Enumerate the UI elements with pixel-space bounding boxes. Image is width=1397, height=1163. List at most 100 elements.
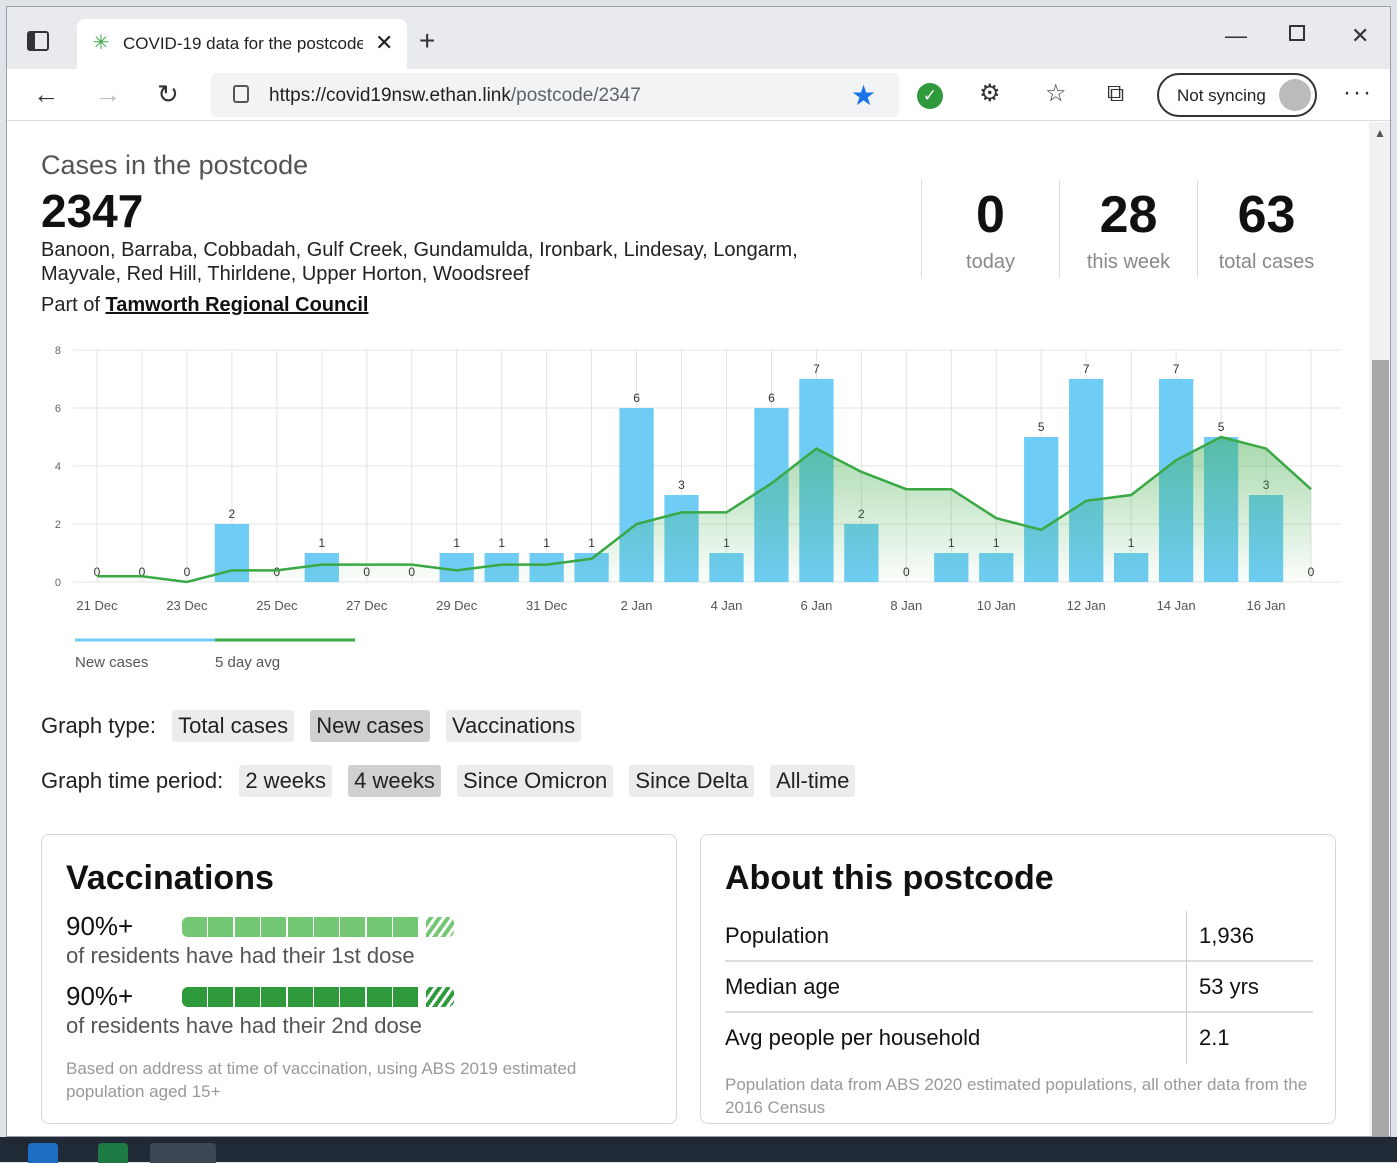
forward-icon[interactable]: →: [95, 81, 121, 107]
x-tick-label: 12 Jan: [1067, 598, 1106, 613]
y-tick-label: 8: [55, 345, 61, 357]
legend-label-avg: 5 day avg: [215, 654, 280, 670]
progress-segment: [261, 987, 287, 1007]
bar-value-label: 3: [678, 478, 685, 492]
stat-label: this week: [1086, 251, 1171, 273]
bar-value-label: 1: [318, 536, 325, 550]
period-since-delta[interactable]: Since Delta: [629, 765, 754, 797]
tab-covid-data[interactable]: ✳ COVID-19 data for the postcode ✕: [77, 19, 407, 69]
outlook-icon[interactable]: [28, 1143, 58, 1163]
scroll-up-icon[interactable]: ▲: [1374, 126, 1386, 140]
period-4-weeks[interactable]: 4 weeks: [348, 765, 441, 797]
progress-segment: [340, 987, 366, 1007]
row-value: 2.1: [1199, 1025, 1230, 1050]
row-key: Avg people per household: [725, 1025, 981, 1050]
period-2-weeks[interactable]: 2 weeks: [239, 765, 333, 797]
suburb-list: Banoon, Barraba, Cobbadah, Gulf Creek, G…: [41, 239, 798, 285]
table-row: Population 1,936: [725, 911, 1313, 962]
extension-check-icon[interactable]: ✓: [917, 83, 943, 109]
bar-value-label: 7: [813, 362, 820, 376]
bar-value-label: 1: [498, 536, 505, 550]
title-bar: ✳ COVID-19 data for the postcode ✕ + — ✕: [7, 7, 1390, 69]
scrollbar[interactable]: ▲: [1369, 122, 1390, 1136]
x-tick-label: 2 Jan: [621, 598, 653, 613]
bar-value-label: 0: [184, 565, 191, 579]
progress-hatch: [426, 917, 454, 937]
stat-total: 63 total cases: [1197, 180, 1335, 278]
progress-hatch: [426, 987, 454, 1007]
address-bar[interactable]: https://covid19nsw.ethan.link/postcode/2…: [211, 73, 899, 117]
refresh-icon[interactable]: ↻: [157, 81, 179, 107]
back-icon[interactable]: ←: [33, 81, 59, 107]
edge-taskbar-icon[interactable]: [150, 1143, 216, 1163]
table-row: Median age 53 yrs: [725, 962, 1313, 1013]
dose1-percent: 90%+: [66, 911, 134, 941]
stat-label: today: [966, 251, 1015, 273]
browser-toolbar: ← → ↻ https://covid19nsw.ethan.link/post…: [7, 69, 1390, 121]
row-value: 1,936: [1199, 923, 1255, 948]
progress-segment: [182, 987, 207, 1007]
progress-segment: [287, 917, 313, 937]
progress-segment: [208, 917, 234, 937]
lock-icon[interactable]: [233, 85, 249, 103]
dose1-progress-bar: [182, 917, 454, 937]
vaccinations-footnote: Based on address at time of vaccination,…: [66, 1059, 577, 1101]
x-tick-label: 8 Jan: [890, 598, 922, 613]
virus-icon: ✳: [92, 32, 110, 54]
y-tick-label: 4: [55, 461, 61, 473]
period-since-omicron[interactable]: Since Omicron: [457, 765, 614, 797]
progress-segment: [182, 917, 207, 937]
extensions-icon[interactable]: ⚙: [979, 81, 1001, 107]
dose2-percent: 90%+: [66, 981, 134, 1011]
bar-value-label: 1: [588, 536, 595, 550]
stat-value: 28: [1099, 186, 1158, 244]
maximize-icon[interactable]: [1289, 25, 1305, 41]
progress-segment: [234, 987, 260, 1007]
bar-value-label: 2: [229, 507, 236, 521]
row-key: Population: [725, 923, 829, 948]
graph-type-row: Graph type: Total cases New cases Vaccin…: [41, 710, 582, 742]
favorites-icon[interactable]: ☆: [1045, 81, 1067, 107]
scroll-thumb[interactable]: [1372, 360, 1389, 1136]
graph-period-row: Graph time period: 2 weeks 4 weeks Since…: [41, 765, 856, 797]
postcode-title: 2347: [41, 185, 144, 237]
progress-segment: [234, 917, 260, 937]
more-icon[interactable]: ···: [1343, 79, 1373, 107]
excel-icon[interactable]: [98, 1143, 128, 1163]
bar-value-label: 6: [768, 391, 775, 405]
column-divider: [1186, 1013, 1187, 1064]
progress-segment: [393, 987, 419, 1007]
x-tick-label: 23 Dec: [166, 598, 208, 613]
row-value: 53 yrs: [1199, 974, 1259, 999]
favorite-star-icon[interactable]: ★: [851, 79, 876, 112]
profile-button[interactable]: Not syncing: [1157, 73, 1317, 117]
column-divider: [1186, 962, 1187, 1013]
stat-this-week: 28 this week: [1059, 180, 1197, 278]
tab-actions-icon[interactable]: [27, 31, 49, 51]
about-title: About this postcode: [725, 859, 1054, 897]
progress-segment: [287, 987, 313, 1007]
y-tick-label: 2: [55, 519, 61, 531]
council-line: Part of Tamworth Regional Council: [41, 294, 369, 316]
graph-type-vaccinations[interactable]: Vaccinations: [445, 710, 582, 742]
collections-icon[interactable]: ⧉: [1107, 81, 1124, 107]
new-tab-icon[interactable]: +: [419, 27, 435, 55]
period-all-time[interactable]: All-time: [770, 765, 856, 797]
vaccinations-card: Vaccinations 90%+ of residents have had …: [41, 834, 677, 1124]
close-tab-icon[interactable]: ✕: [375, 30, 393, 56]
row-key: Median age: [725, 974, 840, 999]
about-table: Population 1,936 Median age 53 yrs Avg p…: [725, 911, 1313, 1064]
x-tick-label: 10 Jan: [977, 598, 1016, 613]
url-text[interactable]: https://covid19nsw.ethan.link/postcode/2…: [269, 85, 641, 107]
council-link[interactable]: Tamworth Regional Council: [105, 294, 368, 316]
y-tick-label: 6: [55, 403, 61, 415]
bar-value-label: 1: [453, 536, 460, 550]
graph-type-total-cases[interactable]: Total cases: [172, 710, 295, 742]
stat-value: 63: [1237, 186, 1296, 244]
graph-type-new-cases[interactable]: New cases: [310, 710, 430, 742]
progress-segment: [314, 917, 339, 937]
close-window-icon[interactable]: ✕: [1351, 23, 1369, 49]
about-footnote: Population data from ABS 2020 estimated …: [725, 1075, 1308, 1117]
minimize-icon[interactable]: —: [1225, 23, 1247, 49]
page-content: Cases in the postcode 2347 Banoon, Barra…: [7, 122, 1369, 1136]
